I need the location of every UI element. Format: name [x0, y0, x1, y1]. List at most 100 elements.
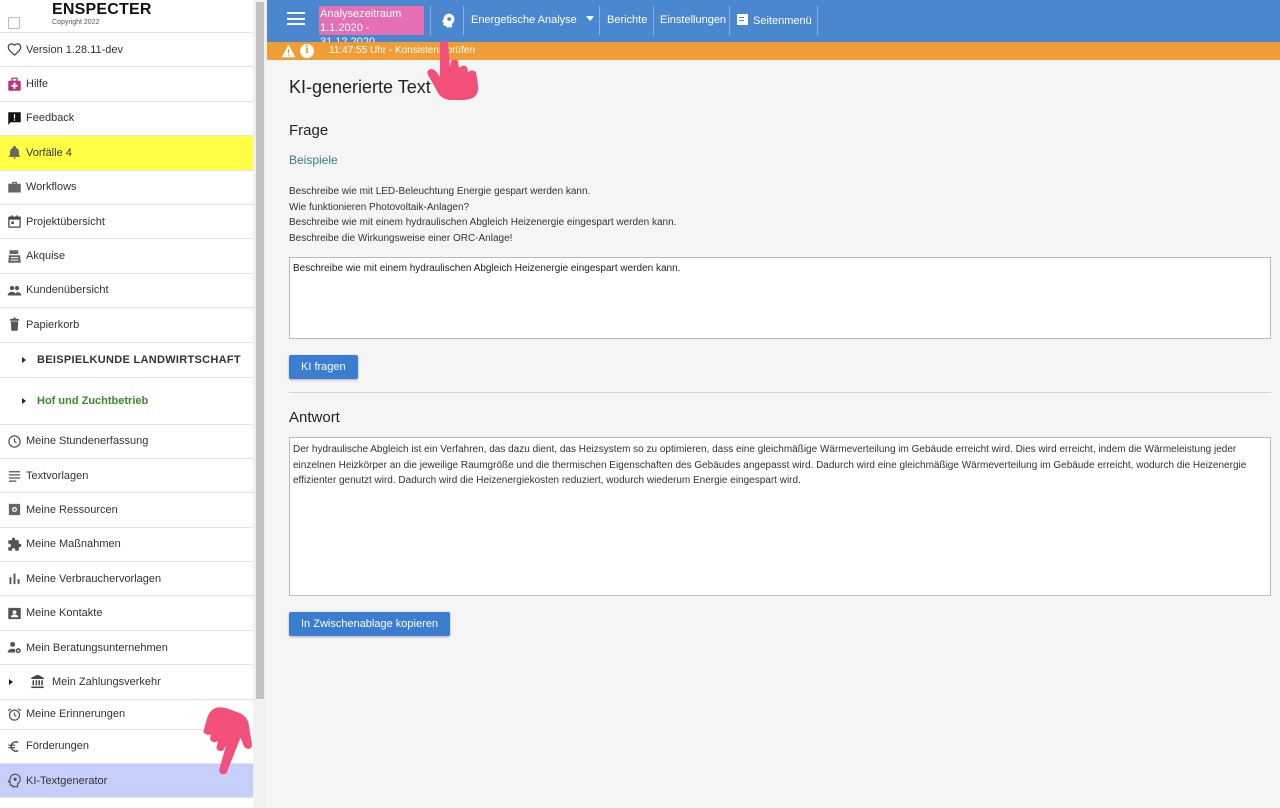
sidebar-item-label: Workflows: [26, 181, 77, 194]
app-name: ENSPECTER: [52, 1, 152, 18]
hamburger-menu-icon[interactable]: [287, 12, 305, 28]
sidebar-item-ressourcen[interactable]: Meine Ressourcen: [0, 493, 253, 528]
clock-icon: [0, 434, 26, 449]
bell-icon: [0, 145, 26, 160]
pointing-hand-icon: [427, 41, 479, 100]
sidebar-section-hof[interactable]: Hof und Zuchtbetrieb: [0, 378, 253, 425]
sidebar-item-label: Meine Stundenerfassung: [26, 435, 149, 448]
contact-card-icon: [0, 606, 26, 621]
puzzle-icon: [0, 537, 26, 552]
sidebar-scrollbar-thumb[interactable]: [256, 2, 264, 699]
energy-analysis-menu[interactable]: Energetische Analyse: [471, 14, 594, 26]
side-menu-button[interactable]: Seitenmenü: [737, 14, 812, 27]
sidebar-item-label: Meine Erinnerungen: [26, 708, 126, 721]
sidebar-item-kundenuebersicht[interactable]: Kundenübersicht: [0, 274, 253, 309]
sidebar-item-hilfe[interactable]: Hilfe: [0, 67, 253, 102]
sidebar-item-label: Projektübersicht: [26, 215, 105, 228]
alarm-icon: [0, 707, 26, 722]
example-item[interactable]: Wie funktionieren Photovoltaik-Anlagen?: [289, 200, 676, 216]
sidebar-item-workflows[interactable]: Workflows: [0, 171, 253, 205]
cash-register-icon: [0, 249, 26, 264]
example-item[interactable]: Beschreibe wie mit LED-Beleuchtung Energ…: [289, 184, 676, 200]
sidebar-item-beratungsunternehmen[interactable]: Mein Beratungsunternehmen: [0, 631, 253, 666]
answer-output[interactable]: [289, 437, 1271, 596]
side-menu-label: Seitenmenü: [753, 15, 812, 27]
section-divider: [289, 392, 1271, 393]
brand-header: ENSPECTER Copyright 2022: [0, 0, 253, 33]
text-lines-icon: [0, 468, 26, 483]
sidebar-item-label: Förderungen: [26, 740, 89, 753]
copy-to-clipboard-button[interactable]: In Zwischenablage kopieren: [289, 612, 450, 636]
sidebar-item-zahlungsverkehr[interactable]: Mein Zahlungsverkehr: [0, 665, 253, 700]
question-heading: Frage: [289, 122, 329, 139]
caret-right-icon: [22, 397, 26, 404]
examples-heading: Beispiele: [289, 153, 338, 167]
bar-chart-icon: [0, 571, 26, 586]
ask-ai-button[interactable]: KI fragen: [289, 355, 358, 379]
toolbar-divider: [430, 6, 431, 35]
sidebar-item-massnahmen[interactable]: Meine Maßnahmen: [0, 528, 253, 563]
sidebar-item-label: Meine Maßnahmen: [26, 538, 121, 551]
toolbar-divider: [599, 6, 600, 35]
settings-menu[interactable]: Einstellungen: [660, 14, 726, 26]
bank-icon: [22, 674, 52, 689]
sidebar-item-kontakte[interactable]: Meine Kontakte: [0, 596, 253, 631]
info-icon[interactable]: i: [300, 44, 314, 58]
sidebar-section-label: Hof und Zuchtbetrieb: [37, 394, 149, 407]
sidebar-item-verbrauchervorlagen[interactable]: Meine Verbrauchervorlagen: [0, 562, 253, 597]
sidebar-item-label: Meine Ressourcen: [26, 503, 118, 516]
sidebar: ENSPECTER Copyright 2022 Version 1.28.11…: [0, 0, 253, 808]
broken-logo-icon: [8, 17, 20, 29]
toolbar-divider: [463, 6, 464, 35]
sidebar-section-beispielkunde[interactable]: BEISPIELKUNDE LANDWIRTSCHAFT: [0, 343, 253, 378]
example-item[interactable]: Beschreibe wie mit einem hydraulischen A…: [289, 215, 676, 231]
people-icon: [0, 283, 26, 298]
sidebar-item-label: Meine Verbrauchervorlagen: [26, 572, 162, 585]
euro-icon: [0, 739, 26, 754]
top-navbar: Analysezeitraum 1.1.2020 - 31.12.2020 En…: [267, 0, 1280, 48]
energy-analysis-label: Energetische Analyse: [471, 14, 577, 26]
sidebar-item-vorfaelle[interactable]: Vorfälle 4: [0, 136, 253, 171]
toolbar-divider: [729, 6, 730, 35]
examples-list: Beschreibe wie mit LED-Beleuchtung Energ…: [289, 184, 676, 246]
caret-right-icon: [9, 678, 13, 685]
reports-menu[interactable]: Berichte: [607, 14, 647, 26]
sidebar-item-label: KI-Textgenerator: [26, 774, 108, 787]
ai-head-icon: [0, 773, 26, 788]
sidebar-item-label: Textvorlagen: [26, 469, 89, 482]
caret-right-icon: [22, 356, 26, 363]
sidebar-item-label: Akquise: [26, 250, 66, 263]
first-aid-icon: [0, 77, 26, 92]
sidebar-item-label: Mein Zahlungsverkehr: [52, 675, 161, 688]
sidebar-item-stundenerfassung[interactable]: Meine Stundenerfassung: [0, 425, 253, 459]
sidebar-item-projektuebersicht[interactable]: Projektübersicht: [0, 205, 253, 240]
page-title: KI-generierte Text: [289, 77, 431, 97]
sidebar-item-label: Version 1.28.11-dev: [26, 43, 124, 56]
person-gear-icon: [0, 640, 26, 655]
sidebar-item-label: Vorfälle 4: [26, 146, 72, 159]
briefcase-icon: [0, 180, 26, 195]
toolbar-divider: [817, 6, 818, 35]
sidebar-section-label: BEISPIELKUNDE LANDWIRTSCHAFT: [37, 353, 241, 366]
app-copyright: Copyright 2022: [52, 19, 100, 26]
ai-head-icon[interactable]: [441, 13, 456, 28]
sidebar-item-akquise[interactable]: Akquise: [0, 239, 253, 274]
heart-icon: [0, 42, 26, 57]
side-menu-icon: [737, 14, 748, 25]
sidebar-item-version[interactable]: Version 1.28.11-dev: [0, 33, 253, 68]
sidebar-item-feedback[interactable]: Feedback: [0, 102, 253, 137]
sidebar-item-textvorlagen[interactable]: Textvorlagen: [0, 459, 253, 494]
alert-bar: i 11:47:55 Uhr - Konsistenz prüfen: [267, 42, 1280, 60]
sidebar-item-papierkorb[interactable]: Papierkorb: [0, 308, 253, 343]
feedback-icon: [0, 111, 26, 126]
pointing-hand-icon: [203, 707, 252, 775]
sidebar-item-label: Papierkorb: [26, 318, 80, 331]
question-input[interactable]: [289, 257, 1271, 339]
caret-down-icon: [585, 16, 594, 21]
analysis-period-button[interactable]: Analysezeitraum 1.1.2020 - 31.12.2020: [319, 6, 424, 48]
example-item[interactable]: Beschreibe die Wirkungsweise einer ORC-A…: [289, 231, 676, 247]
sidebar-item-label: Meine Kontakte: [26, 607, 103, 620]
sidebar-item-label: Feedback: [26, 112, 75, 125]
answer-heading: Antwort: [289, 409, 340, 426]
warning-icon[interactable]: [281, 44, 296, 58]
